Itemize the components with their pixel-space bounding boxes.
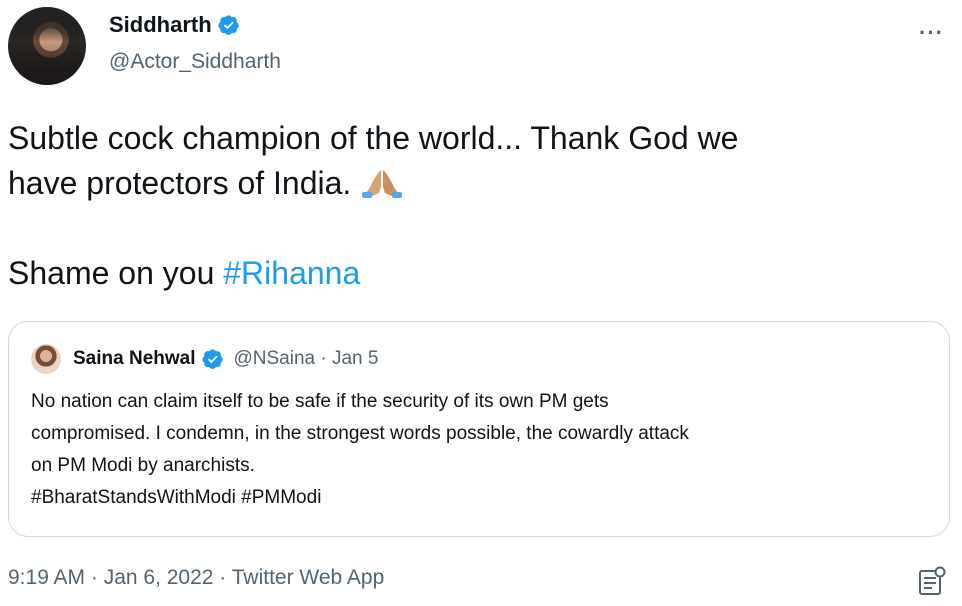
- tweet-text: Subtle cock champion of the world... Tha…: [8, 116, 938, 296]
- author-handle[interactable]: @Actor_Siddharth: [109, 50, 281, 74]
- verified-badge-icon: [218, 15, 239, 35]
- quoted-line: on PM Modi by anarchists.: [31, 455, 255, 476]
- hashtag-link[interactable]: #Rihanna: [223, 255, 360, 291]
- quoted-line: compromised. I condemn, in the strongest…: [31, 423, 689, 444]
- author-name[interactable]: Siddharth: [109, 12, 212, 38]
- analytics-icon[interactable]: [918, 566, 946, 596]
- tweet-line: Shame on you #Rihanna: [8, 255, 361, 291]
- quoted-hashtags[interactable]: #BharatStandsWithModi #PMModi: [31, 482, 931, 514]
- quoted-line: No nation can claim itself to be safe if…: [31, 391, 609, 412]
- verified-badge-icon: [201, 349, 223, 369]
- quoted-author-handle-date: @NSaina · Jan 5: [233, 348, 379, 369]
- more-options-icon[interactable]: ···: [919, 20, 944, 46]
- quoted-author-name: Saina Nehwal: [73, 348, 196, 369]
- quoted-tweet-text: No nation can claim itself to be safe if…: [31, 386, 931, 514]
- quoted-author-avatar: [31, 344, 61, 374]
- author-name-row: Siddharth: [109, 12, 240, 38]
- quoted-tweet[interactable]: Saina Nehwal @NSaina · Jan 5 No nation c…: [8, 321, 950, 537]
- tweet-line: Subtle cock champion of the world... Tha…: [8, 120, 739, 156]
- quoted-tweet-header: Saina Nehwal @NSaina · Jan 5: [31, 344, 378, 374]
- folded-hands-icon: [362, 170, 403, 198]
- tweet-timestamp[interactable]: 9:19 AM · Jan 6, 2022 · Twitter Web App: [8, 566, 384, 590]
- author-avatar[interactable]: [8, 7, 86, 85]
- tweet-line: have protectors of India.: [8, 161, 938, 206]
